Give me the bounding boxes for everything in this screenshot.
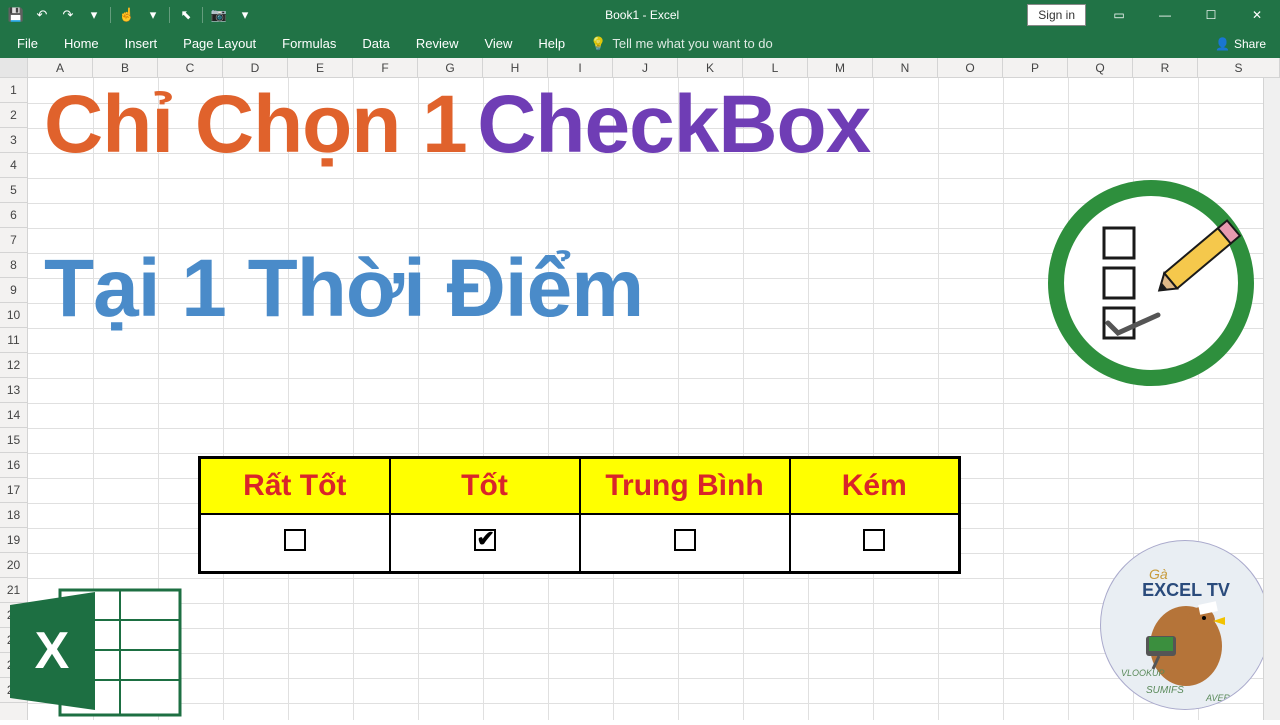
rating-header-2: Tốt [390, 458, 580, 515]
window-title: Book1 - Excel [257, 8, 1027, 22]
col-L[interactable]: L [743, 58, 808, 77]
pointer-icon[interactable]: ⬉ [174, 3, 198, 27]
checkbox-tot[interactable] [474, 529, 496, 551]
tab-file[interactable]: File [4, 29, 51, 58]
tab-help[interactable]: Help [525, 29, 578, 58]
row-20[interactable]: 20 [0, 553, 27, 578]
share-label: Share [1234, 37, 1266, 51]
rating-header-3: Trung Bình [580, 458, 790, 515]
signin-button[interactable]: Sign in [1027, 4, 1086, 26]
row-2[interactable]: 2 [0, 103, 27, 128]
svg-text:X: X [35, 622, 70, 680]
row-6[interactable]: 6 [0, 203, 27, 228]
touch-mode-icon[interactable]: ☝ [115, 3, 139, 27]
tab-review[interactable]: Review [403, 29, 472, 58]
row-15[interactable]: 15 [0, 428, 27, 453]
row-18[interactable]: 18 [0, 503, 27, 528]
share-icon: 👤 [1215, 37, 1230, 51]
headline-part1: Chỉ Chọn 1 [44, 79, 467, 170]
row-13[interactable]: 13 [0, 378, 27, 403]
row-5[interactable]: 5 [0, 178, 27, 203]
tab-view[interactable]: View [471, 29, 525, 58]
select-all-corner[interactable] [0, 58, 28, 77]
row-17[interactable]: 17 [0, 478, 27, 503]
tell-me-label: Tell me what you want to do [612, 36, 772, 51]
row-4[interactable]: 4 [0, 153, 27, 178]
headline-line1: Chỉ Chọn 1 CheckBox [44, 84, 870, 166]
row-19[interactable]: 19 [0, 528, 27, 553]
tab-page-layout[interactable]: Page Layout [170, 29, 269, 58]
row-9[interactable]: 9 [0, 278, 27, 303]
col-G[interactable]: G [418, 58, 483, 77]
svg-text:SUMIFS: SUMIFS [1146, 685, 1184, 696]
title-bar: 💾 ↶ ↷ ▾ ☝ ▾ ⬉ 📷 ▾ Book1 - Excel Sign in … [0, 0, 1280, 29]
column-headers: A B C D E F G H I J K L M N O P Q R S [0, 58, 1280, 78]
wm-brand: EXCEL TV [1142, 580, 1230, 600]
row-14[interactable]: 14 [0, 403, 27, 428]
row-10[interactable]: 10 [0, 303, 27, 328]
quick-access-toolbar: 💾 ↶ ↷ ▾ ☝ ▾ ⬉ 📷 ▾ [0, 3, 257, 27]
col-M[interactable]: M [808, 58, 873, 77]
tab-formulas[interactable]: Formulas [269, 29, 349, 58]
col-D[interactable]: D [223, 58, 288, 77]
col-I[interactable]: I [548, 58, 613, 77]
rating-header-4: Kém [790, 458, 960, 515]
rating-header-1: Rất Tốt [200, 458, 390, 515]
col-C[interactable]: C [158, 58, 223, 77]
camera-icon[interactable]: 📷 [207, 3, 231, 27]
row-16[interactable]: 16 [0, 453, 27, 478]
excel-logo: X [0, 580, 200, 720]
checkbox-illustration [1046, 178, 1256, 388]
headline-line2: Tại 1 Thời Điểm [44, 248, 643, 330]
rating-header-row: Rất Tốt Tốt Trung Bình Kém [200, 458, 960, 515]
row-8[interactable]: 8 [0, 253, 27, 278]
rating-table: Rất Tốt Tốt Trung Bình Kém [198, 456, 961, 574]
excel-tv-watermark: Gà EXCEL TV SUMIFS AVERAGE VLOOKUP [1100, 540, 1270, 710]
close-button[interactable]: ✕ [1234, 0, 1280, 29]
col-O[interactable]: O [938, 58, 1003, 77]
col-B[interactable]: B [93, 58, 158, 77]
row-3[interactable]: 3 [0, 128, 27, 153]
checkbox-kem[interactable] [863, 529, 885, 551]
col-H[interactable]: H [483, 58, 548, 77]
col-P[interactable]: P [1003, 58, 1068, 77]
row-7[interactable]: 7 [0, 228, 27, 253]
row-12[interactable]: 12 [0, 353, 27, 378]
row-1[interactable]: 1 [0, 78, 27, 103]
qat-dropdown3-icon[interactable]: ▾ [233, 3, 257, 27]
col-R[interactable]: R [1133, 58, 1198, 77]
col-Q[interactable]: Q [1068, 58, 1133, 77]
col-K[interactable]: K [678, 58, 743, 77]
undo-icon[interactable]: ↶ [30, 3, 54, 27]
row-11[interactable]: 11 [0, 328, 27, 353]
rating-check-row [200, 514, 960, 572]
ribbon-tabs: File Home Insert Page Layout Formulas Da… [0, 29, 1280, 58]
tab-home[interactable]: Home [51, 29, 112, 58]
save-icon[interactable]: 💾 [4, 3, 28, 27]
redo-icon[interactable]: ↷ [56, 3, 80, 27]
col-S[interactable]: S [1198, 58, 1280, 77]
headline-part2: CheckBox [477, 79, 870, 170]
maximize-button[interactable]: ☐ [1188, 0, 1234, 29]
minimize-button[interactable]: — [1142, 0, 1188, 29]
headline-line2-text: Tại 1 Thời Điểm [44, 243, 643, 334]
col-F[interactable]: F [353, 58, 418, 77]
ribbon-display-icon[interactable]: ▭ [1096, 0, 1142, 29]
tell-me-search[interactable]: 💡 Tell me what you want to do [578, 36, 785, 52]
svg-text:VLOOKUP: VLOOKUP [1121, 668, 1165, 678]
vertical-scrollbar[interactable] [1263, 78, 1280, 720]
col-J[interactable]: J [613, 58, 678, 77]
share-button[interactable]: 👤 Share [1215, 37, 1266, 51]
col-E[interactable]: E [288, 58, 353, 77]
lightbulb-icon: 💡 [590, 36, 606, 52]
tab-insert[interactable]: Insert [112, 29, 171, 58]
tab-data[interactable]: Data [349, 29, 402, 58]
cell-grid[interactable]: Chỉ Chọn 1 CheckBox Tại 1 Thời Điểm [28, 78, 1280, 720]
col-A[interactable]: A [28, 58, 93, 77]
col-N[interactable]: N [873, 58, 938, 77]
qat-dropdown-icon[interactable]: ▾ [82, 3, 106, 27]
qat-dropdown2-icon[interactable]: ▾ [141, 3, 165, 27]
checkbox-trung-binh[interactable] [674, 529, 696, 551]
checkbox-rat-tot[interactable] [284, 529, 306, 551]
